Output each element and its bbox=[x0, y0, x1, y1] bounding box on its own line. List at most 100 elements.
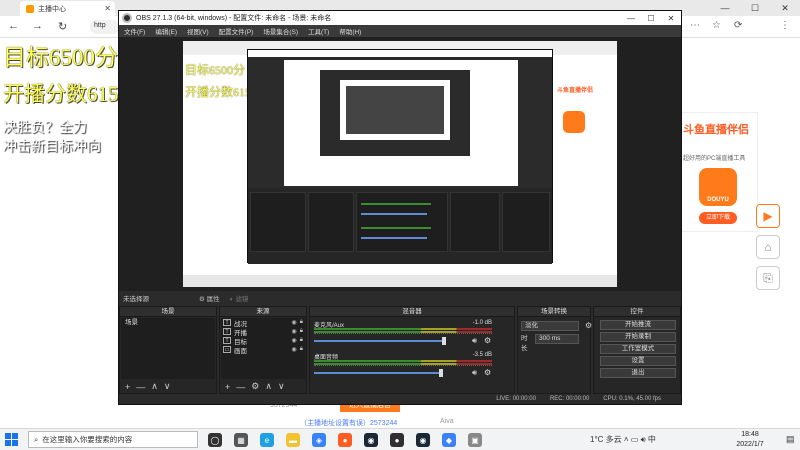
folder-icon[interactable]: ▬ bbox=[286, 433, 300, 447]
properties-button[interactable]: ⚙ 属性 bbox=[199, 293, 220, 303]
move-scene-down-button[interactable]: ∨ bbox=[164, 381, 171, 392]
nested-mixer bbox=[356, 192, 448, 252]
source-settings-icon[interactable]: ⚙ bbox=[251, 381, 259, 392]
volume-slider-handle[interactable] bbox=[441, 337, 446, 345]
store-icon[interactable]: ◈ bbox=[312, 433, 326, 447]
move-source-up-button[interactable]: ∧ bbox=[265, 381, 272, 392]
steam2-icon[interactable]: ◉ bbox=[416, 433, 430, 447]
duration-input[interactable]: 300 ms bbox=[535, 334, 579, 344]
move-scene-up-button[interactable]: ∧ bbox=[151, 381, 158, 392]
volume-slider[interactable] bbox=[314, 372, 439, 374]
app2-icon[interactable]: ▣ bbox=[468, 433, 482, 447]
remove-scene-button[interactable]: — bbox=[136, 382, 145, 392]
transition-type-value: 淡化 bbox=[521, 321, 579, 331]
volume-meter bbox=[314, 328, 492, 330]
transitions-dock: 场景转换 淡化 ⚙ 时长 300 ms bbox=[517, 306, 592, 394]
menu-file[interactable]: 文件(F) bbox=[124, 26, 145, 36]
studio-mode-button[interactable]: 工作室模式 bbox=[600, 344, 676, 354]
visibility-icon[interactable]: ◉ bbox=[292, 319, 297, 326]
windows-logo-icon bbox=[5, 440, 11, 446]
obs-icon[interactable]: ● bbox=[390, 433, 404, 447]
add-source-button[interactable]: + bbox=[225, 382, 230, 392]
side-home-button[interactable]: ⌂ bbox=[756, 235, 780, 259]
obs-maximize-button[interactable]: ☐ bbox=[641, 14, 661, 23]
channel-settings-icon[interactable]: ⚙ bbox=[484, 336, 491, 345]
address-bar[interactable]: http bbox=[90, 20, 120, 34]
lock-icon[interactable]: 🔒︎ bbox=[300, 319, 303, 326]
add-scene-button[interactable]: + bbox=[125, 382, 130, 392]
visibility-icon[interactable]: ◉ bbox=[292, 337, 297, 344]
preview-taskbar bbox=[183, 275, 617, 287]
nested-scenes bbox=[250, 192, 306, 252]
obs-titlebar: OBS 27.1.3 (64-bit, windows) - 配置文件: 未命名… bbox=[119, 11, 681, 25]
visibility-icon[interactable]: ◉ bbox=[292, 328, 297, 335]
notification-icon[interactable]: ▤ bbox=[786, 434, 795, 445]
back-icon[interactable]: ← bbox=[8, 20, 19, 32]
task-view-icon[interactable]: ◯ bbox=[208, 433, 222, 447]
forward-icon[interactable]: → bbox=[32, 20, 43, 32]
scenes-list[interactable]: 场景 bbox=[121, 318, 215, 379]
ime-indicator[interactable]: 中 bbox=[648, 435, 656, 444]
channel-settings-icon[interactable]: ⚙ bbox=[484, 368, 491, 377]
menu-profile[interactable]: 配置文件(P) bbox=[219, 26, 254, 36]
side-share-button[interactable]: ⎘ bbox=[756, 266, 780, 290]
visibility-icon[interactable]: ◉ bbox=[292, 346, 297, 353]
steam-icon[interactable]: ◉ bbox=[364, 433, 378, 447]
obs-preview-area[interactable]: 目标6500分 开播分数6154 斗鱼直播伴侣 bbox=[119, 37, 681, 291]
windows-logo-icon bbox=[5, 433, 11, 439]
volume-slider[interactable] bbox=[314, 340, 442, 342]
source-item[interactable]: ▭ 画面 ◉ 🔒︎ bbox=[221, 345, 305, 355]
speaker-icon[interactable]: 🔊︎ bbox=[472, 336, 477, 346]
browser-tab[interactable]: 主播中心 ✕ bbox=[20, 1, 115, 16]
sync-icon[interactable]: ⟳ bbox=[734, 20, 742, 31]
lock-icon[interactable]: 🔒︎ bbox=[300, 328, 303, 335]
preview-canvas[interactable]: 目标6500分 开播分数6154 斗鱼直播伴侣 bbox=[183, 41, 617, 287]
live-timer: LIVE: 00:00:00 bbox=[496, 396, 536, 402]
taskbar-search[interactable]: ⌕ 在这里输入你要搜索的内容 bbox=[28, 431, 198, 448]
side-play-button[interactable]: ▶ bbox=[756, 204, 780, 228]
volume-slider-handle[interactable] bbox=[438, 369, 443, 377]
menu-icon[interactable]: ⋮ bbox=[780, 20, 790, 31]
tab-close-icon[interactable]: ✕ bbox=[104, 4, 111, 13]
lock-icon[interactable]: 🔒︎ bbox=[300, 346, 303, 353]
edge-icon[interactable]: e bbox=[260, 433, 274, 447]
nested-preview-dark bbox=[320, 70, 470, 156]
minimize-button[interactable]: — bbox=[710, 0, 740, 16]
start-recording-button[interactable]: 开始录制 bbox=[600, 332, 676, 342]
speaker-tray-icon[interactable]: 🔊︎ bbox=[641, 435, 646, 444]
tray-chevron-icon[interactable]: ˄ bbox=[624, 435, 629, 444]
settings-button[interactable]: 设置 bbox=[600, 356, 676, 366]
douyu-download-button[interactable]: 立即下载 bbox=[699, 212, 737, 224]
clock-time: 18:48 bbox=[741, 431, 759, 438]
network-icon[interactable]: ▭ bbox=[631, 435, 639, 444]
menu-edit[interactable]: 编辑(E) bbox=[155, 26, 177, 36]
remove-source-button[interactable]: — bbox=[236, 382, 245, 392]
maximize-button[interactable]: ☐ bbox=[740, 0, 770, 16]
exit-button[interactable]: 退出 bbox=[600, 368, 676, 378]
sources-list[interactable]: T 战况 ◉ 🔒︎ T 开播 ◉ 🔒︎ T 目标 ◉ 🔒︎ ▭ 画面 ◉ 🔒︎ bbox=[221, 318, 305, 379]
menu-scene-collection[interactable]: 场景集合(S) bbox=[263, 26, 298, 36]
menu-help[interactable]: 帮助(H) bbox=[339, 26, 361, 36]
start-button[interactable] bbox=[5, 433, 18, 446]
speaker-icon[interactable]: 🔊︎ bbox=[472, 368, 477, 378]
menu-tools[interactable]: 工具(T) bbox=[308, 26, 329, 36]
transition-settings-icon[interactable]: ⚙ bbox=[585, 321, 592, 331]
obs-minimize-button[interactable]: — bbox=[621, 14, 641, 23]
widget-icon[interactable]: ▦ bbox=[234, 433, 248, 447]
menu-view[interactable]: 视图(V) bbox=[187, 26, 209, 36]
weather-text[interactable]: 1°C 多云 bbox=[590, 435, 622, 444]
taskbar-clock[interactable]: 18:48 2022/1/7 bbox=[720, 430, 780, 450]
favorite-icon[interactable]: ☆ bbox=[712, 20, 721, 31]
obs-close-button[interactable]: ✕ bbox=[661, 14, 681, 23]
scene-item[interactable]: 场景 bbox=[121, 318, 215, 328]
douyu-icon[interactable]: ● bbox=[338, 433, 352, 447]
move-source-down-button[interactable]: ∨ bbox=[278, 381, 285, 392]
start-streaming-button[interactable]: 开始推流 bbox=[600, 320, 676, 330]
lock-icon[interactable]: 🔒︎ bbox=[300, 337, 303, 344]
stream-address-link[interactable]: （主播地址设置有误）2573244 bbox=[300, 418, 397, 428]
reload-icon[interactable]: ↻ bbox=[58, 20, 67, 33]
close-button[interactable]: ✕ bbox=[770, 0, 800, 16]
more-icon[interactable]: ⋯ bbox=[690, 20, 700, 31]
app-icon[interactable]: ◆ bbox=[442, 433, 456, 447]
filters-button[interactable]: ◐ 滤镜 bbox=[230, 293, 249, 303]
